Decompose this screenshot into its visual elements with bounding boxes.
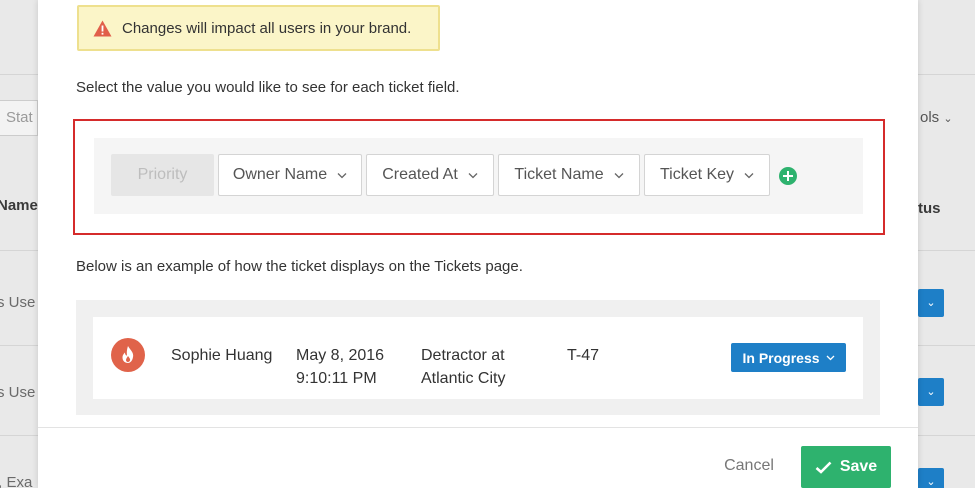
example-ticket-key: T-47 [567, 347, 600, 364]
background-divider [0, 435, 38, 436]
background-name-header: Name [0, 197, 38, 214]
example-ticket-card: Sophie Huang May 8, 2016 9:10:11 PM Detr… [93, 317, 863, 399]
background-row-text: r, Exa [0, 474, 33, 488]
chevron-down-icon [468, 172, 478, 178]
cancel-button[interactable]: Cancel [714, 450, 784, 482]
save-label: Save [839, 458, 878, 475]
background-row-text: s Use [0, 384, 36, 401]
warning-banner: Changes will impact all users in your br… [77, 5, 440, 51]
chevron-down-icon [337, 172, 347, 178]
example-ticket-name-line1: Detractor at [421, 347, 505, 364]
fire-icon [111, 338, 145, 372]
ticket-fields-panel: Priority Owner Name Created At Ticket Na… [94, 138, 863, 214]
background-status-dropdown: ⌄ [918, 468, 944, 488]
background-divider [918, 250, 975, 251]
background-divider [0, 345, 38, 346]
background-divider [0, 250, 38, 251]
background-left-column: Stat Name s Use s Use r, Exa [0, 0, 38, 488]
field-label: Owner Name [232, 166, 328, 183]
field-ticket-key-select[interactable]: Ticket Key [644, 154, 770, 196]
field-created-at-select[interactable]: Created At [366, 154, 494, 196]
field-label: Created At [382, 166, 458, 183]
chevron-down-icon [744, 172, 754, 178]
example-instruction: Below is an example of how the ticket di… [76, 258, 523, 275]
example-created-date: May 8, 2016 [296, 347, 385, 364]
background-tools-text: ols ⌄ [920, 109, 953, 126]
background-divider [0, 74, 38, 75]
select-instruction: Select the value you would like to see f… [76, 79, 460, 96]
chevron-down-icon [614, 172, 624, 178]
field-owner-name-select[interactable]: Owner Name [218, 154, 362, 196]
field-label: Ticket Key [659, 166, 735, 183]
field-priority: Priority [111, 154, 214, 196]
example-created-time: 9:10:11 PM [296, 370, 377, 387]
background-status-filter-text: Stat [6, 109, 33, 126]
ticket-fields-modal: Changes will impact all users in your br… [38, 0, 918, 488]
example-panel: Sophie Huang May 8, 2016 9:10:11 PM Detr… [76, 300, 880, 415]
background-status-dropdown: ⌄ [918, 378, 944, 406]
example-status-dropdown[interactable]: In Progress [731, 343, 846, 372]
field-label: Ticket Name [514, 166, 604, 183]
field-ticket-name-select[interactable]: Ticket Name [498, 154, 640, 196]
field-label: Priority [137, 166, 188, 183]
example-ticket-name-line2: Atlantic City [421, 370, 506, 387]
background-status-header: tus [918, 200, 941, 217]
background-row-text: s Use [0, 294, 36, 311]
add-field-icon[interactable] [779, 167, 797, 185]
background-divider [918, 435, 975, 436]
chevron-down-icon [826, 355, 834, 360]
background-right-column: ols ⌄ tus ⌄ ⌄ ⌄ [918, 0, 975, 488]
status-label: In Progress [742, 349, 820, 366]
footer-divider [38, 427, 918, 428]
background-status-dropdown: ⌄ [918, 289, 944, 317]
check-icon [815, 461, 832, 474]
save-button[interactable]: Save [801, 446, 891, 488]
warning-text: Changes will impact all users in your br… [122, 19, 412, 37]
background-divider [918, 74, 975, 75]
example-owner-name: Sophie Huang [171, 347, 273, 364]
background-divider [918, 345, 975, 346]
warning-icon [93, 20, 112, 36]
